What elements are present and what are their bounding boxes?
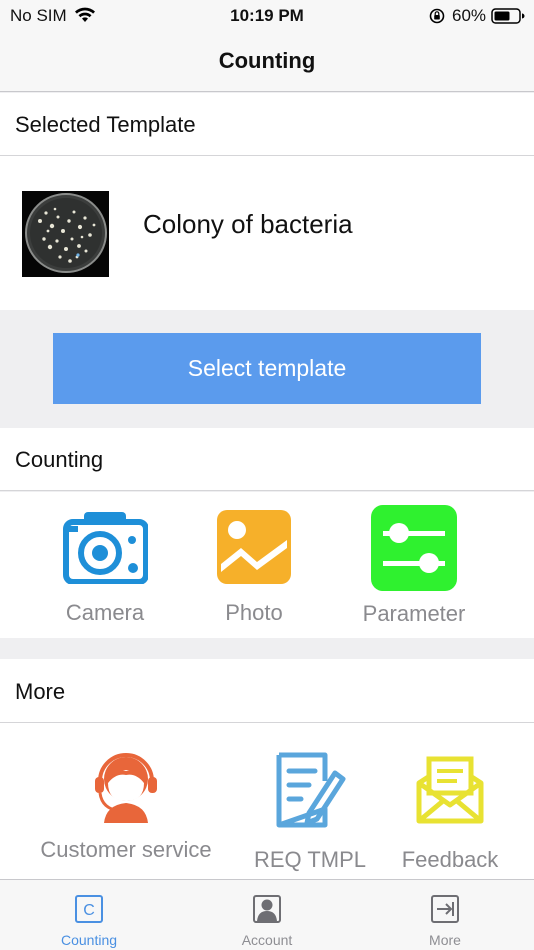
account-tab-icon	[252, 894, 282, 929]
battery-icon	[491, 8, 525, 29]
tab-label: Account	[241, 932, 293, 948]
parameter-button[interactable]: Parameter	[344, 505, 484, 627]
tab-account[interactable]: Account	[178, 880, 356, 950]
tab-more[interactable]: More	[356, 880, 534, 950]
counting-options: Camera Photo Parameter	[0, 492, 534, 638]
request-template-icon	[273, 751, 347, 829]
feedback-label: Feedback	[401, 847, 499, 872]
select-template-button[interactable]: Select template	[53, 333, 481, 404]
feedback-envelope-icon	[415, 755, 485, 825]
request-template-label: REQ TMPL	[253, 847, 367, 872]
parameter-label: Parameter	[362, 601, 466, 626]
photo-label: Photo	[225, 600, 283, 625]
counting-tab-icon: C	[74, 894, 104, 929]
tab-counting[interactable]: C Counting	[0, 880, 178, 950]
orientation-lock-icon	[428, 8, 446, 29]
svg-text:C: C	[83, 902, 95, 919]
photo-button[interactable]: Photo	[184, 510, 324, 626]
selected-template-header: Selected Template	[0, 93, 534, 156]
template-name: Colony of bacteria	[143, 209, 353, 239]
tab-label: More	[429, 932, 461, 948]
counting-header: Counting	[0, 428, 534, 491]
navigation-bar: Counting	[0, 32, 534, 92]
sliders-icon	[371, 505, 457, 591]
camera-label: Camera	[65, 600, 145, 625]
battery-percentage: 60%	[452, 6, 487, 25]
photo-icon	[217, 510, 291, 584]
more-header: More	[0, 659, 534, 723]
section-title: Selected Template	[15, 112, 196, 137]
status-bar: No SIM 10:19 PM 60%	[0, 0, 534, 32]
exit-arrow-icon	[430, 894, 460, 929]
section-title: Counting	[15, 447, 104, 472]
camera-button[interactable]: Camera	[35, 510, 175, 626]
headset-icon	[86, 743, 166, 823]
feedback-button[interactable]: Feedback	[380, 755, 520, 873]
template-thumbnail	[22, 191, 109, 277]
customer-service-button[interactable]: Customer service	[18, 743, 234, 863]
page-title: Counting	[218, 48, 316, 73]
tab-bar: C Counting Account More	[0, 879, 534, 950]
customer-service-label: Customer service	[40, 837, 212, 862]
request-template-button[interactable]: REQ TMPL	[240, 751, 380, 873]
camera-icon	[62, 510, 149, 585]
section-title: More	[15, 679, 66, 704]
tab-label: Counting	[60, 932, 118, 948]
more-options: Customer service REQ TMPL Feedback	[0, 723, 534, 879]
